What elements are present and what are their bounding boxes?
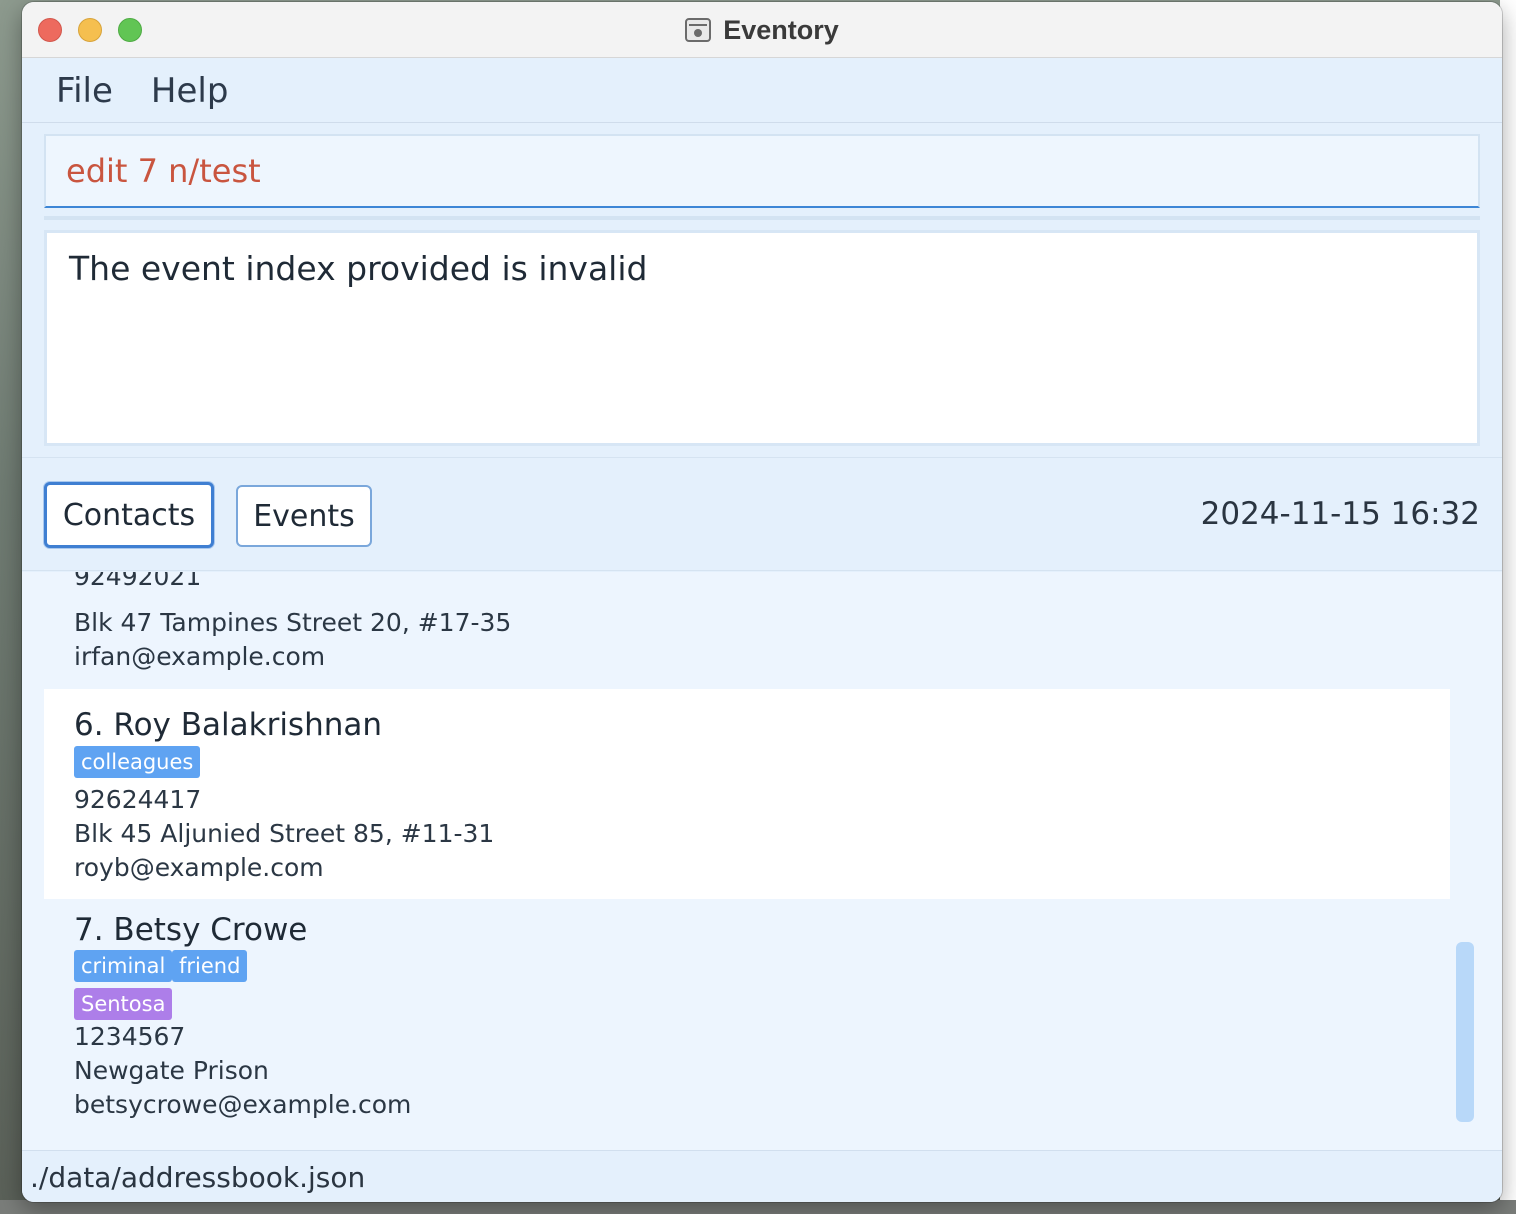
result-display[interactable]: The event index provided is invalid (44, 230, 1480, 446)
menu-bar: File Help (22, 59, 1502, 123)
contact-address: Blk 45 Aljunied Street 85, #11-31 (74, 819, 495, 848)
tab-events[interactable]: Events (236, 485, 372, 547)
calendar-contact-icon (685, 18, 712, 42)
save-file-path: ./data/addressbook.json (30, 1161, 366, 1194)
tab-contacts[interactable]: Contacts (44, 482, 214, 548)
command-input[interactable] (46, 136, 1478, 206)
contact-phone: 92624417 (74, 785, 202, 814)
contact-phone: 92492021 (74, 572, 202, 591)
contact-address: Blk 47 Tampines Street 20, #17-35 (74, 608, 512, 637)
contact-name: 7. Betsy Crowe (74, 912, 308, 948)
window-title-group: Eventory (22, 2, 1502, 58)
contact-email: betsycrowe@example.com (74, 1090, 412, 1119)
list-item[interactable]: 6. Roy Balakrishnan colleagues 92624417 … (44, 689, 1450, 899)
command-box (44, 134, 1480, 208)
title-bar: Eventory (22, 2, 1502, 58)
tab-bar: Contacts Events 2024-11-15 16:32 (22, 457, 1502, 571)
menu-file[interactable]: File (56, 71, 113, 111)
menu-help[interactable]: Help (151, 71, 229, 111)
list-item[interactable]: 92492021 Blk 47 Tampines Street 20, #17-… (44, 572, 1450, 688)
contact-phone: 1234567 (74, 1022, 186, 1051)
contact-list[interactable]: 92492021 Blk 47 Tampines Street 20, #17-… (22, 572, 1502, 1150)
contact-location-tag: Sentosa (74, 988, 173, 1020)
contact-tag: colleagues (74, 746, 201, 778)
contact-address: Newgate Prison (74, 1056, 269, 1085)
desktop-background-bottom (0, 1200, 1516, 1214)
contact-email: royb@example.com (74, 853, 324, 882)
command-divider (44, 216, 1480, 220)
current-datetime: 2024-11-15 16:32 (1200, 496, 1480, 532)
contact-tag: criminal (74, 950, 173, 982)
app-window: Eventory File Help The event index provi… (22, 2, 1502, 1202)
result-message: The event index provided is invalid (69, 249, 648, 288)
scrollbar-thumb[interactable] (1456, 942, 1474, 1122)
list-item[interactable]: 7. Betsy Crowe criminal friend Sentosa 1… (44, 900, 1450, 1140)
contact-email: irfan@example.com (74, 642, 326, 671)
contact-name: 6. Roy Balakrishnan (74, 707, 383, 743)
desktop-background-right (1500, 0, 1516, 1214)
status-bar: ./data/addressbook.json (22, 1150, 1502, 1202)
contact-tag: friend (172, 950, 248, 982)
window-title: Eventory (723, 14, 839, 45)
